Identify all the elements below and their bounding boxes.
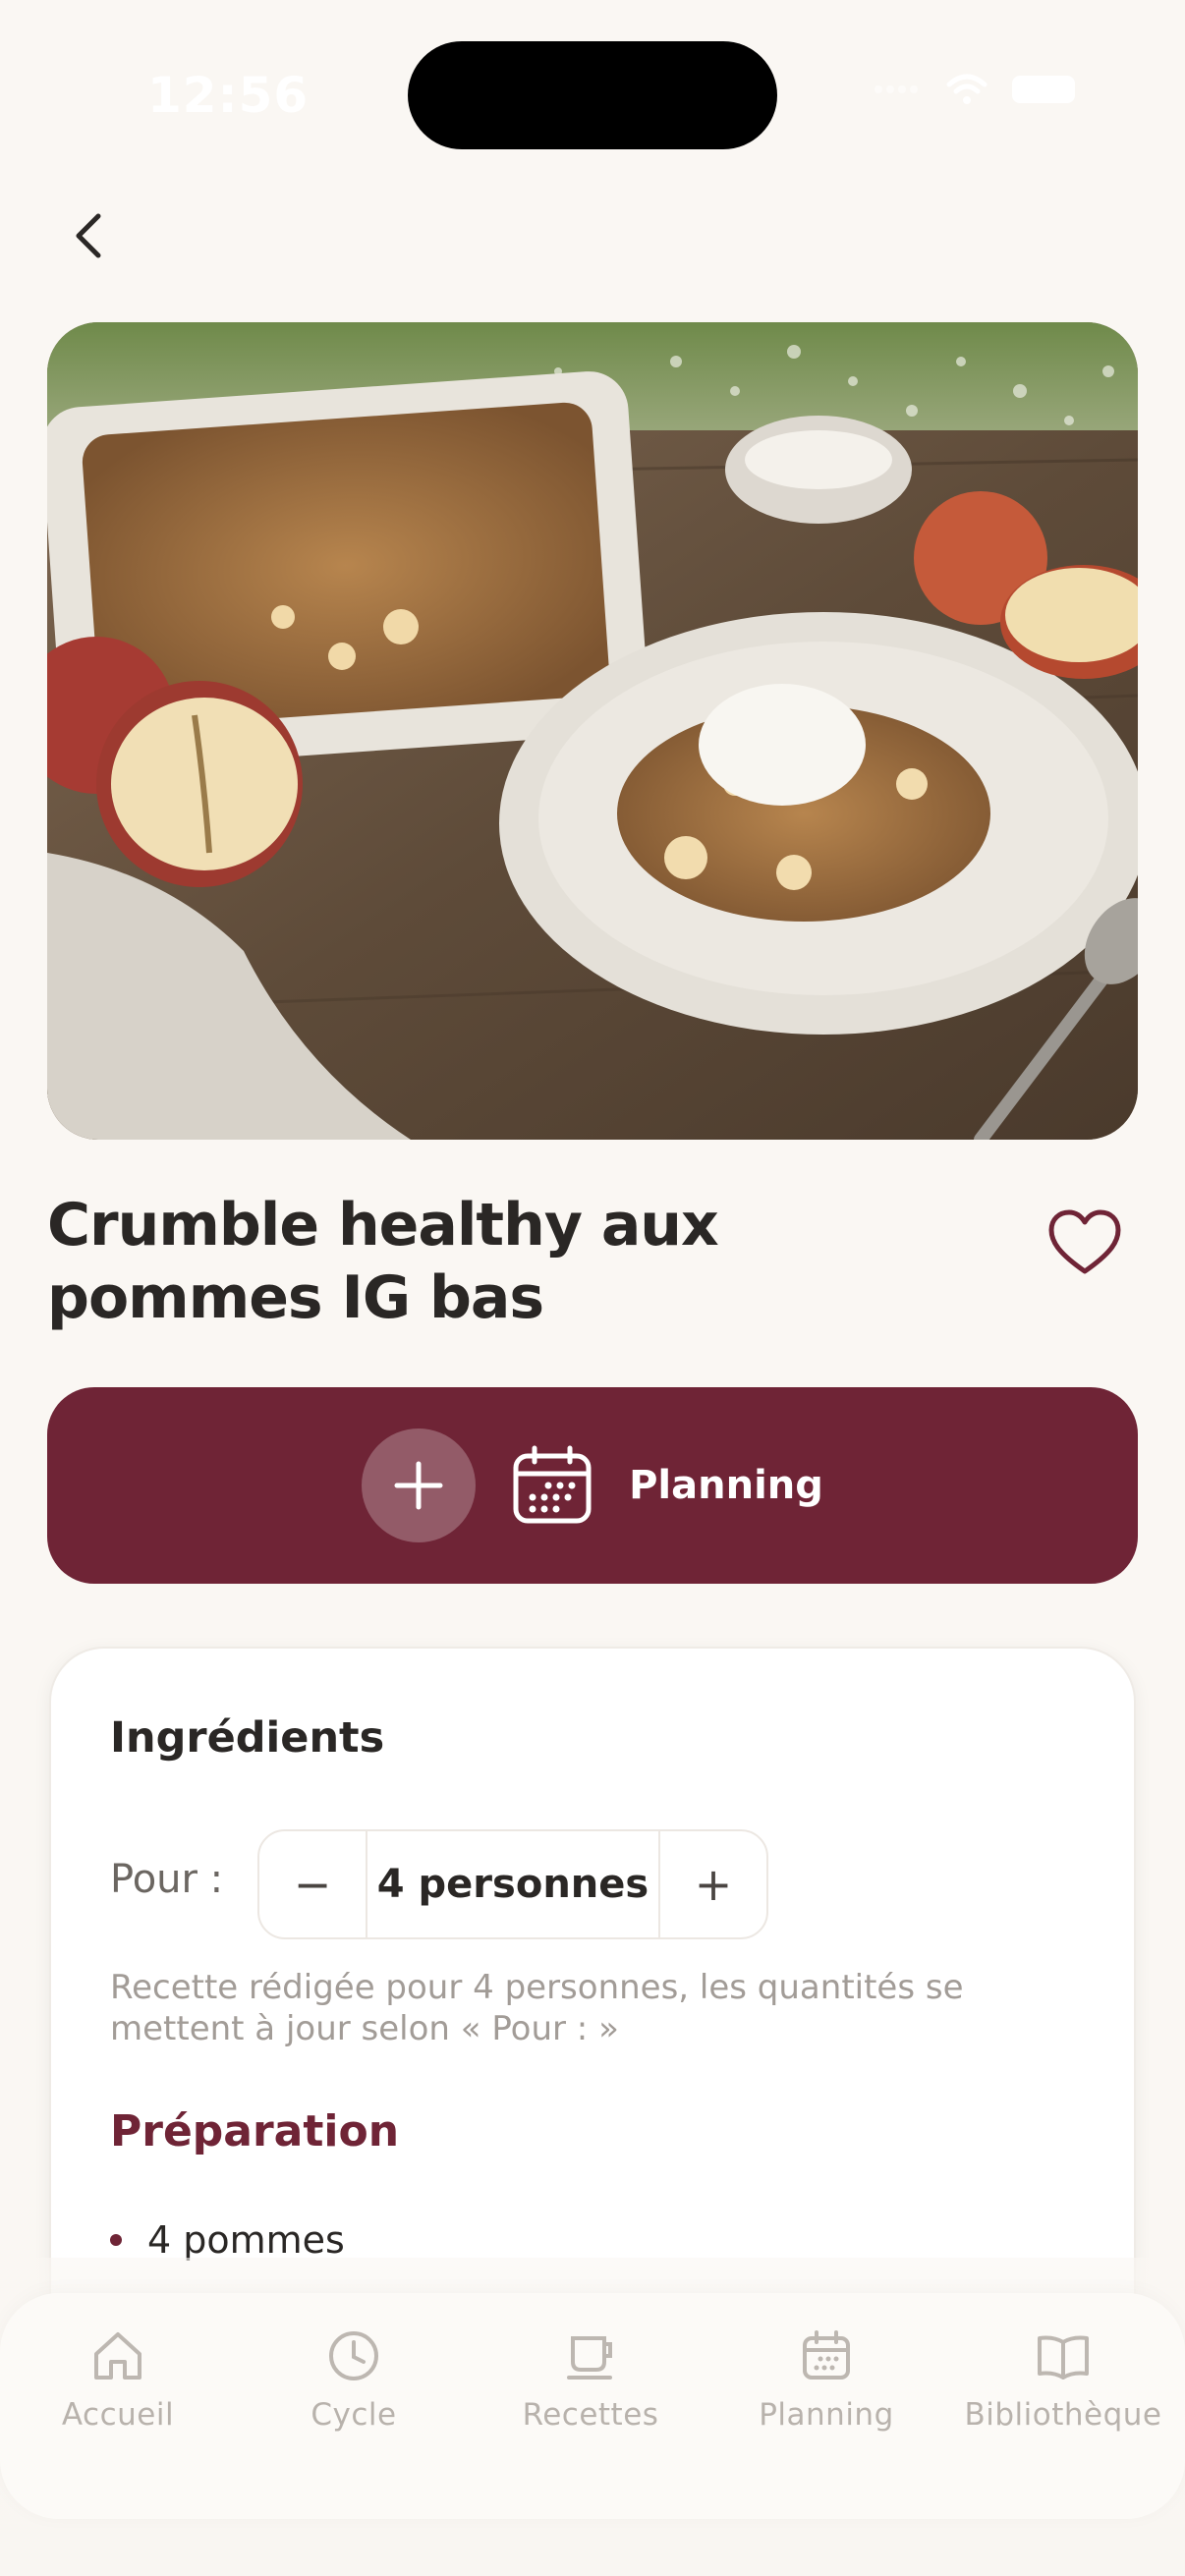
plus-icon — [394, 1461, 443, 1510]
nav-item-planning[interactable]: Planning — [708, 2326, 944, 2433]
home-icon — [94, 2332, 141, 2380]
book-icon — [1038, 2335, 1089, 2380]
servings-label: Pour : — [110, 1857, 224, 1902]
nav-item-cycle[interactable]: Cycle — [236, 2326, 472, 2433]
ingredient-text: 4 pommes — [147, 2218, 345, 2262]
favorite-button[interactable] — [1047, 1208, 1122, 1277]
nav-label: Planning — [759, 2397, 894, 2433]
bottom-nav: Accueil Cycle Recettes Planning Biblioth… — [0, 2293, 1185, 2519]
nav-label: Bibliothèque — [964, 2397, 1162, 2433]
cup-icon — [567, 2336, 612, 2380]
nav-label: Recettes — [522, 2397, 659, 2433]
servings-stepper: − 4 personnes + — [257, 1829, 768, 1939]
battery-icon — [1012, 76, 1075, 103]
ingredients-heading: Ingrédients — [110, 1713, 385, 1763]
nav-label: Cycle — [310, 2397, 397, 2433]
preparation-heading: Préparation — [110, 2106, 400, 2156]
servings-note: Recette rédigée pour 4 personnes, les qu… — [110, 1968, 964, 2048]
clock-icon — [329, 2331, 378, 2380]
back-button[interactable] — [61, 206, 120, 265]
signal-icon — [875, 85, 918, 93]
nav-item-accueil[interactable]: Accueil — [0, 2326, 236, 2433]
servings-value: 4 personnes — [376, 1862, 649, 1907]
bullet-icon — [110, 2234, 122, 2246]
decrease-servings-button[interactable]: − — [259, 1831, 367, 1937]
wifi-icon — [946, 74, 988, 104]
recipe-image — [47, 322, 1138, 1140]
heart-icon — [1048, 1209, 1121, 1274]
increase-servings-button[interactable]: + — [658, 1831, 766, 1937]
recipe-screen: 12:56 Crumble healthy aux pommes IG bas … — [0, 0, 1185, 2576]
chevron-left-icon — [76, 213, 101, 258]
calendar-icon — [803, 2330, 850, 2380]
ingredient-item: 4 pommes — [110, 2218, 345, 2262]
plus-circle-icon — [362, 1428, 477, 1542]
nav-label: Accueil — [61, 2397, 175, 2433]
calendar-icon — [513, 1445, 592, 1524]
dynamic-island — [408, 41, 777, 149]
nav-item-recettes[interactable]: Recettes — [473, 2326, 708, 2433]
recipe-title: Crumble healthy aux pommes IG bas — [47, 1191, 719, 1332]
planning-button-label: Planning — [629, 1463, 823, 1508]
crumble-illustration — [47, 322, 1138, 1140]
status-time: 12:56 — [147, 67, 310, 124]
nav-item-bibliotheque[interactable]: Bibliothèque — [945, 2326, 1181, 2433]
status-icons — [873, 73, 1075, 106]
add-to-planning-button[interactable]: Planning — [47, 1387, 1138, 1584]
